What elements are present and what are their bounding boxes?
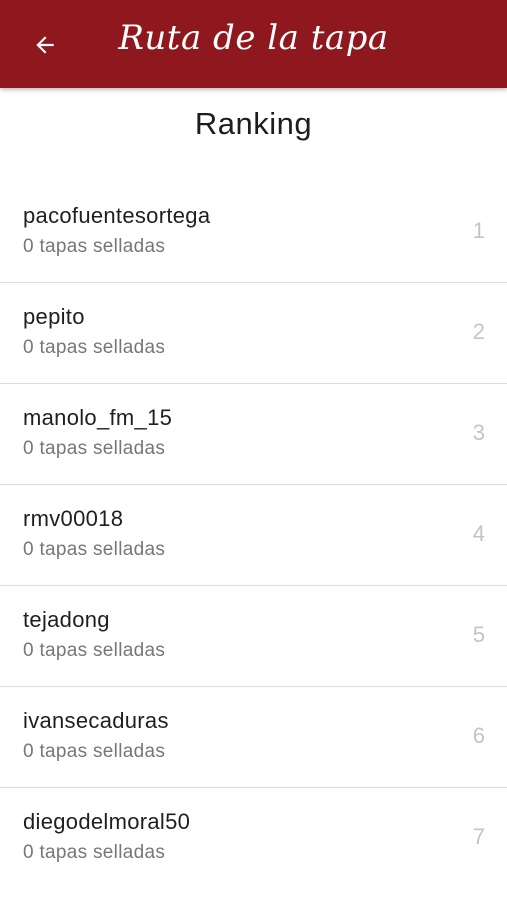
stamp-count: 0 tapas selladas	[23, 438, 166, 459]
rank-position: 7	[472, 824, 485, 849]
page-title: Ranking	[194, 106, 313, 141]
user-name: ivansecaduras	[23, 708, 169, 733]
app-bar: Ruta de la tapa	[0, 0, 507, 88]
user-name: pepito	[23, 304, 85, 329]
stamp-count: 0 tapas selladas	[23, 640, 166, 661]
ranking-row[interactable]: rmv00018 0 tapas selladas 4	[0, 485, 507, 586]
user-name: manolo_fm_15	[23, 405, 173, 430]
app-title: Ruta de la tapa	[118, 18, 389, 58]
stamp-count: 0 tapas selladas	[23, 539, 166, 560]
rank-position: 4	[472, 521, 485, 546]
user-name: pacofuentesortega	[23, 203, 211, 228]
stamp-count: 0 tapas selladas	[23, 337, 166, 358]
rank-position: 5	[472, 622, 485, 647]
user-name: diegodelmoral50	[23, 809, 191, 834]
rank-position: 6	[472, 723, 485, 748]
stamp-count: 0 tapas selladas	[23, 741, 166, 762]
ranking-row[interactable]: diegodelmoral50 0 tapas selladas 7	[0, 788, 507, 889]
user-name: tejadong	[23, 607, 110, 632]
rank-position: 2	[472, 319, 485, 344]
ranking-row[interactable]: manolo_fm_15 0 tapas selladas 3	[0, 384, 507, 485]
ranking-row[interactable]: pepito 0 tapas selladas 2	[0, 283, 507, 384]
ranking-row[interactable]: tejadong 0 tapas selladas 5	[0, 586, 507, 687]
ranking-row[interactable]: ivansecaduras 0 tapas selladas 6	[0, 687, 507, 788]
stamp-count: 0 tapas selladas	[23, 236, 166, 257]
user-name: rmv00018	[23, 506, 124, 531]
ranking-list: pacofuentesortega 0 tapas selladas 1 pep…	[0, 182, 507, 889]
ranking-row[interactable]: pacofuentesortega 0 tapas selladas 1	[0, 182, 507, 283]
stamp-count: 0 tapas selladas	[23, 842, 166, 863]
rank-position: 1	[472, 218, 485, 243]
rank-position: 3	[472, 420, 485, 445]
